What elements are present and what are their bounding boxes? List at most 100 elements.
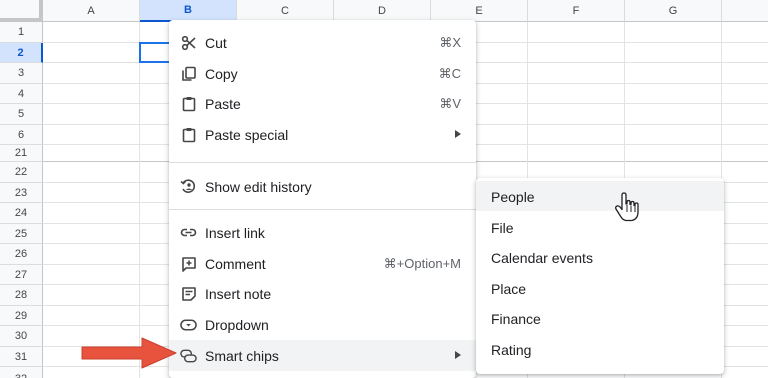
menu-item-label: Smart chips	[205, 348, 279, 364]
column-label: B	[184, 4, 192, 16]
row-header[interactable]: 1	[0, 22, 43, 43]
row-label: 24	[14, 207, 28, 219]
smart-chips-submenu: People File Calendar events Place Financ…	[476, 178, 724, 374]
annotation-arrow-icon	[81, 337, 177, 369]
menu-item-cut[interactable]: Cut ⌘X	[169, 27, 476, 58]
menu-item-label: Paste	[205, 96, 241, 112]
column-header-h[interactable]	[722, 0, 768, 22]
row-header[interactable]: 25	[0, 224, 43, 244]
menu-item-comment[interactable]: Comment ⌘+Option+M	[169, 248, 476, 279]
submenu-item-label: Calendar events	[491, 250, 593, 266]
submenu-item-calendar-events[interactable]: Calendar events	[476, 242, 724, 272]
history-icon	[180, 178, 197, 195]
row-header[interactable]: 2	[0, 43, 43, 63]
clipboard-icon	[180, 95, 197, 112]
menu-item-shortcut: ⌘V	[439, 96, 461, 111]
row-label: 4	[17, 87, 25, 100]
link-icon	[180, 224, 197, 241]
note-icon	[180, 285, 197, 302]
submenu-item-people[interactable]: People	[476, 181, 724, 211]
menu-item-paste[interactable]: Paste ⌘V	[169, 88, 476, 119]
menu-item-shortcut: ⌘+Option+M	[383, 256, 461, 271]
column-label: E	[475, 4, 483, 17]
column-header-a[interactable]: A	[43, 0, 140, 22]
submenu-arrow-icon	[455, 351, 461, 359]
row-header[interactable]: 32	[0, 367, 43, 378]
row-header[interactable]: 28	[0, 285, 43, 306]
column-header-d[interactable]: D	[334, 0, 431, 22]
menu-item-shortcut: ⌘C	[438, 66, 461, 81]
row-header[interactable]: 31	[0, 347, 43, 367]
row-header[interactable]: 4	[0, 84, 43, 104]
menu-item-paste-special[interactable]: Paste special	[169, 119, 476, 150]
column-header-f[interactable]: F	[528, 0, 625, 22]
row-label: 29	[14, 309, 28, 322]
row-header[interactable]: 27	[0, 265, 43, 285]
menu-item-dropdown[interactable]: Dropdown	[169, 309, 476, 340]
row-label: 25	[14, 227, 28, 240]
context-menu: Cut ⌘X Copy ⌘C Paste ⌘V Paste special Sh…	[169, 20, 476, 378]
column-label: D	[378, 4, 386, 17]
row-header[interactable]: 5	[0, 104, 43, 125]
row-label: 31	[14, 350, 28, 363]
row-label: 32	[15, 373, 27, 378]
menu-item-show-edit-history[interactable]: Show edit history	[169, 171, 476, 202]
menu-item-label: Show edit history	[205, 179, 312, 195]
row-header[interactable]: 6	[0, 125, 43, 145]
row-header[interactable]: 26	[0, 244, 43, 265]
menu-divider	[169, 162, 476, 163]
row-label: 21	[14, 147, 28, 159]
row-label: 5	[17, 108, 25, 120]
row-header[interactable]: 29	[0, 306, 43, 326]
submenu-item-label: Finance	[491, 311, 541, 327]
row-label: 1	[17, 26, 25, 38]
submenu-item-label: File	[491, 220, 514, 236]
submenu-item-place[interactable]: Place	[476, 273, 724, 303]
row-label: 3	[17, 67, 25, 79]
menu-item-insert-link[interactable]: Insert link	[169, 217, 476, 248]
hand-pointer-icon	[615, 192, 639, 222]
column-header-e[interactable]: E	[431, 0, 528, 22]
row-label: 6	[17, 128, 25, 141]
clipboard-icon	[180, 126, 197, 143]
copy-icon	[180, 65, 197, 82]
submenu-item-rating[interactable]: Rating	[476, 334, 724, 364]
scissors-icon	[180, 34, 197, 51]
row-header[interactable]: 22	[0, 162, 43, 183]
submenu-item-finance[interactable]: Finance	[476, 303, 724, 333]
row-label: 23	[14, 186, 28, 199]
submenu-item-file[interactable]: File	[476, 212, 724, 242]
submenu-item-label: People	[491, 189, 535, 205]
row-header[interactable]: 21	[0, 145, 43, 162]
dropdown-icon	[180, 316, 197, 333]
menu-item-label: Cut	[205, 35, 227, 51]
column-label: F	[572, 4, 580, 17]
column-header-c[interactable]: C	[237, 0, 334, 22]
select-all-corner[interactable]	[0, 0, 43, 22]
menu-item-label: Comment	[205, 256, 266, 272]
row-header[interactable]: 3	[0, 63, 43, 84]
row-label: 26	[14, 248, 28, 260]
row-header[interactable]: 24	[0, 203, 43, 224]
menu-item-shortcut: ⌘X	[439, 35, 461, 50]
menu-item-copy[interactable]: Copy ⌘C	[169, 58, 476, 89]
submenu-item-label: Rating	[491, 342, 532, 358]
row-label: 27	[14, 268, 28, 281]
column-label: C	[281, 4, 289, 17]
smart-chip-icon	[180, 347, 197, 364]
row-label: 30	[14, 330, 28, 342]
menu-item-smart-chips[interactable]: Smart chips	[169, 340, 476, 371]
grid-line	[139, 22, 140, 378]
row-header[interactable]: 23	[0, 183, 43, 203]
menu-item-label: Copy	[205, 66, 238, 82]
column-label: A	[87, 4, 95, 17]
menu-divider	[169, 209, 476, 210]
menu-item-label: Insert note	[205, 286, 272, 302]
column-header-g[interactable]: G	[625, 0, 722, 22]
column-header-b[interactable]: B	[140, 0, 237, 22]
row-header[interactable]: 30	[0, 326, 43, 347]
row-label: 22	[14, 166, 28, 178]
column-label: G	[668, 4, 678, 17]
menu-item-label: Paste special	[205, 127, 289, 143]
menu-item-insert-note[interactable]: Insert note	[169, 278, 476, 309]
